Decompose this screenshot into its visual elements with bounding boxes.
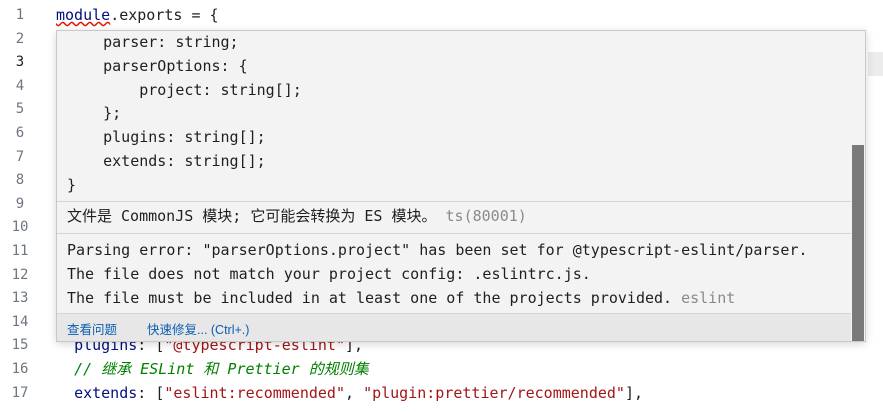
hover-type-line: parser: string; [67,33,239,51]
hover-type-line: }; [67,104,122,123]
exports-token: .exports = { [110,6,219,24]
eslint-diagnostic: Parsing error: "parserOptions.project" h… [67,238,808,310]
hover-widget[interactable]: parser: string; parserOptions: { project… [56,30,866,342]
hover-type-line: plugins: string[]; [67,128,266,147]
line-number: 7 [15,148,25,165]
line-number: 14 [11,313,29,330]
line-number: 16 [11,360,29,377]
code-editor[interactable]: 1 2 3 4 5 6 7 8 9 10 11 12 13 14 15 16 1… [0,0,883,412]
line-number: 13 [11,290,29,307]
eslint-line: The file must be included in at least on… [67,289,673,307]
ts-diagnostic: 文件是 CommonJS 模块; 它可能会转换为 ES 模块。 ts(80001… [67,204,527,228]
line-number: 10 [11,219,29,236]
line-number: 6 [15,124,25,141]
code-line-16[interactable]: // 继承 ESLint 和 Prettier 的规则集 [56,358,643,382]
line-number: 1 [15,7,25,23]
quick-fix-link[interactable]: 快速修复... (Ctrl+.) [147,319,249,338]
extends-comma: , [345,383,364,402]
hover-type-signature: parser: string; parserOptions: { project… [67,31,302,198]
hover-type-line: } [67,175,77,194]
ts-code: ts(80001) [445,207,527,225]
eslint-line: Parsing error: "parserOptions.project" h… [67,241,808,259]
line-number: 5 [15,101,25,118]
hover-type-line: parserOptions: { [67,56,248,75]
ts-message: 文件是 CommonJS 模块; 它可能会转换为 ES 模块。 [67,207,437,225]
extends-string-2: "plugin:prettier/recommended" [363,383,625,402]
hover-scrollbar-track[interactable] [851,31,865,341]
code-comment: // 继承 ESLint 和 Prettier 的规则集 [74,359,369,378]
line-number: 3 [15,54,25,71]
hover-type-line: extends: string[]; [67,151,266,170]
line-number: 17 [11,384,29,401]
extends-string-1: "eslint:recommended" [164,383,345,402]
line-number: 11 [11,242,29,259]
line-number: 12 [11,266,29,283]
line-number: 9 [15,195,25,212]
line-number: 2 [15,30,25,47]
line-number: 15 [11,337,29,354]
hover-scrollbar-thumb[interactable] [852,145,864,341]
view-problem-link[interactable]: 查看问题 [67,319,117,338]
line-number: 8 [15,172,25,189]
eslint-line: The file does not match your project con… [67,265,591,283]
extends-colon: : [ [137,383,165,402]
line-number-gutter: 1 2 3 4 5 6 7 8 9 10 11 12 13 14 15 16 1… [0,4,40,405]
code-line-1[interactable]: module.exports = { [56,4,643,28]
hover-action-bar: 查看问题 快速修复... (Ctrl+.) [57,313,865,341]
line-number: 4 [15,77,25,94]
hover-divider [57,201,865,202]
minimap-slider[interactable] [868,52,883,76]
code-line-17[interactable]: extends: ["eslint:recommended", "plugin:… [56,382,643,406]
hover-type-line: project: string[]; [67,80,302,99]
extends-key: extends [74,383,138,402]
extends-end: ], [624,383,644,402]
module-token-error[interactable]: module [56,6,110,24]
eslint-source: eslint [681,289,736,307]
hover-divider [57,233,865,234]
